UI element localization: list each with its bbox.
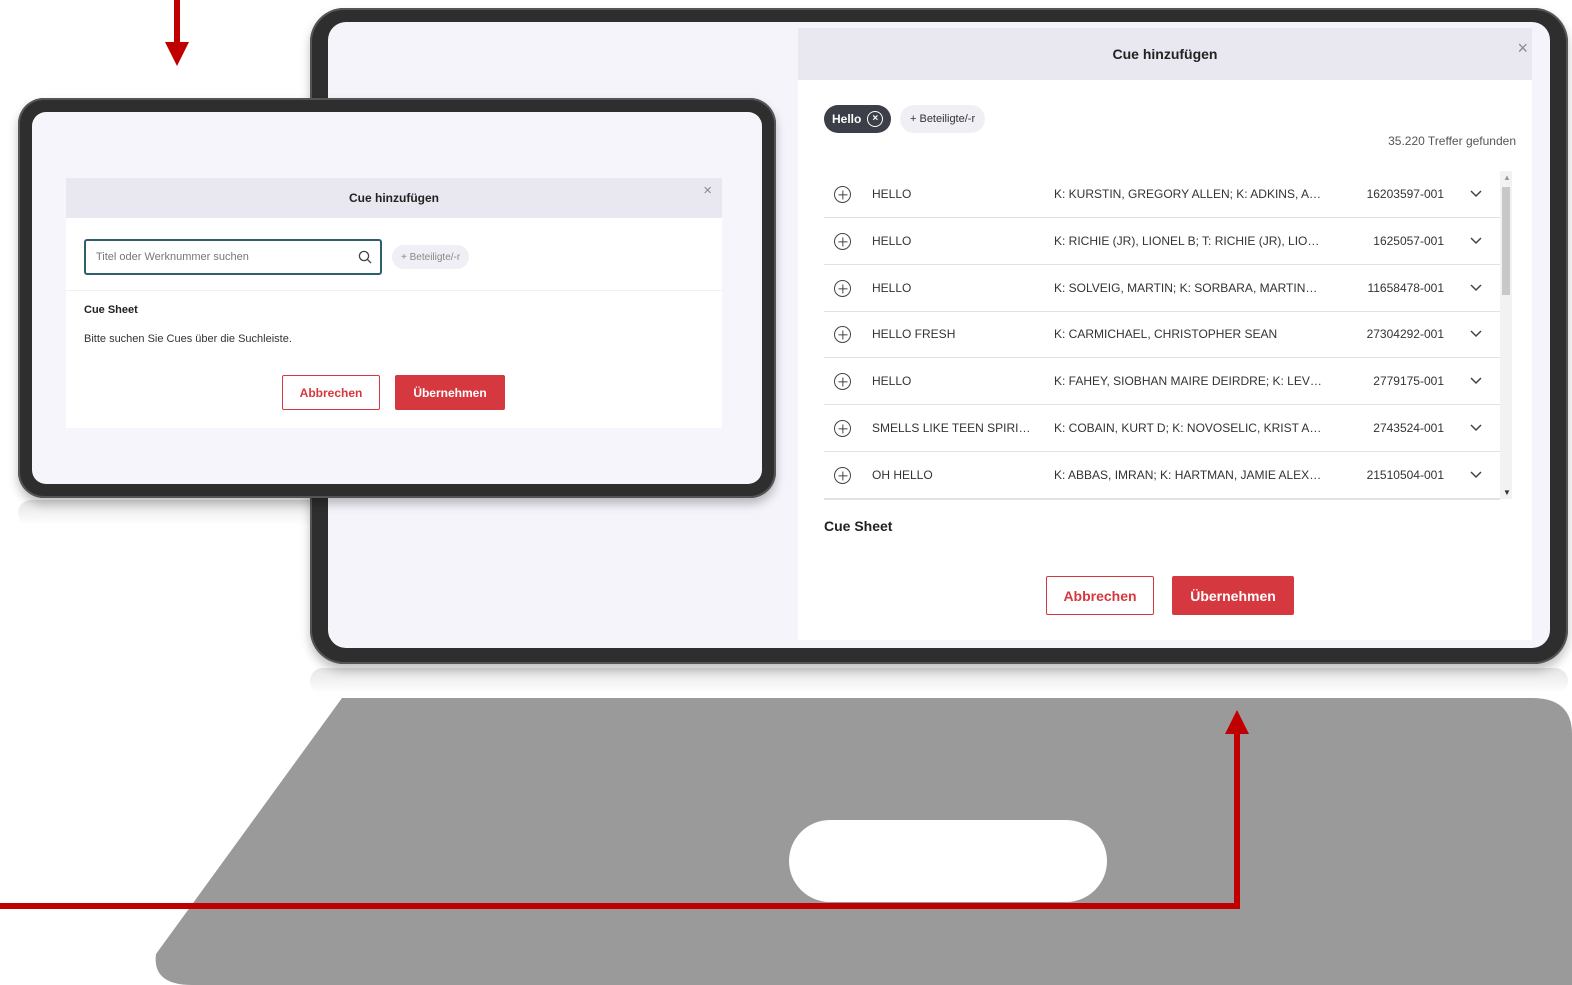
search-icon[interactable] <box>358 250 372 264</box>
row-title: HELLO <box>872 234 912 248</box>
row-participants: K: FAHEY, SIOBHAN MAIRE DEIRDRE; K: LEVY… <box>1054 374 1324 388</box>
table-row[interactable]: HELLO FRESH K: CARMICHAEL, CHRISTOPHER S… <box>824 311 1500 358</box>
arrow-down-icon <box>165 0 189 66</box>
chevron-down-icon[interactable] <box>1470 358 1490 404</box>
plus-circle-icon[interactable] <box>834 233 851 251</box>
plus-circle-icon[interactable] <box>834 280 851 298</box>
table-row[interactable]: SMELLS LIKE TEEN SPIRIT (U... K: COBAIN,… <box>824 405 1500 452</box>
cue-dialog-small: Cue hinzufügen × Titel oder Werknummer s… <box>66 178 722 428</box>
plus-circle-icon[interactable] <box>834 326 851 344</box>
row-number: 21510504-001 <box>1366 468 1444 482</box>
dialog-title: Cue hinzufügen <box>66 178 722 218</box>
filter-chip-hello[interactable]: Hello × <box>824 105 892 133</box>
divider <box>66 290 722 291</box>
plus-circle-icon[interactable] <box>834 186 851 204</box>
row-participants: K: CARMICHAEL, CHRISTOPHER SEAN <box>1054 327 1278 341</box>
row-participants: K: KURSTIN, GREGORY ALLEN; K: ADKINS, AD… <box>1054 187 1324 201</box>
search-input[interactable]: Titel oder Werknummer suchen <box>84 239 382 275</box>
tablet-small-screen: Cue hinzufügen × Titel oder Werknummer s… <box>32 112 762 484</box>
row-title: HELLO <box>872 374 912 388</box>
participants-chip[interactable]: + Beteiligte/-r <box>900 105 986 133</box>
row-participants: K: ABBAS, IMRAN; K: HARTMAN, JAMIE ALEXA… <box>1054 468 1324 482</box>
chevron-down-icon[interactable] <box>1470 405 1490 451</box>
scrollbar-thumb[interactable] <box>1502 187 1510 295</box>
results-scrollbar[interactable]: ▲ ▼ <box>1500 171 1512 499</box>
cue-dialog-large: Cue hinzufügen × Hello × + Beteiligte/-r… <box>798 28 1532 640</box>
row-number: 2779175-001 <box>1373 374 1444 388</box>
close-circle-icon[interactable]: × <box>867 111 884 127</box>
row-number: 16203597-001 <box>1366 187 1444 201</box>
cancel-button[interactable]: Abbrechen <box>1046 576 1154 615</box>
cancel-button[interactable]: Abbrechen <box>282 375 380 410</box>
table-row[interactable]: HELLO K: KURSTIN, GREGORY ALLEN; K: ADKI… <box>824 171 1500 218</box>
table-row[interactable]: HELLO K: RICHIE (JR), LIONEL B; T: RICHI… <box>824 218 1500 265</box>
chevron-down-icon[interactable] <box>1470 171 1490 217</box>
participants-chip[interactable]: + Beteiligte/-r <box>392 245 470 269</box>
filter-chip-label: Hello <box>832 112 862 126</box>
empty-hint: Bitte suchen Sie Cues über die Suchleist… <box>84 333 292 345</box>
plus-circle-icon[interactable] <box>834 373 851 391</box>
row-number: 27304292-001 <box>1366 327 1444 341</box>
search-placeholder: Titel oder Werknummer suchen <box>96 251 249 263</box>
close-icon[interactable]: × <box>1517 38 1528 59</box>
row-title: HELLO <box>872 187 912 201</box>
row-title: SMELLS LIKE TEEN SPIRIT (U... <box>872 421 1032 435</box>
section-title: Cue Sheet <box>84 304 138 316</box>
chevron-down-icon[interactable] <box>1470 452 1490 498</box>
tablet-small: Cue hinzufügen × Titel oder Werknummer s… <box>18 98 776 498</box>
screen-reflection <box>310 668 1568 694</box>
dialog-title: Cue hinzufügen <box>798 28 1532 80</box>
close-icon[interactable]: × <box>703 182 712 199</box>
row-title: HELLO <box>872 281 912 295</box>
table-row[interactable]: HELLO K: SOLVEIG, MARTIN; K: SORBARA, MA… <box>824 265 1500 312</box>
table-row[interactable]: OH HELLO K: ABBAS, IMRAN; K: HARTMAN, JA… <box>824 452 1500 499</box>
results-list: HELLO K: KURSTIN, GREGORY ALLEN; K: ADKI… <box>824 171 1500 500</box>
row-participants: K: SOLVEIG, MARTIN; K: SORBARA, MARTINA;… <box>1054 281 1324 295</box>
table-row[interactable]: HELLO K: FAHEY, SIOBHAN MAIRE DEIRDRE; K… <box>824 358 1500 405</box>
row-number: 11658478-001 <box>1367 281 1444 295</box>
row-title: HELLO FRESH <box>872 327 956 341</box>
apply-button[interactable]: Übernehmen <box>395 375 505 410</box>
section-title: Cue Sheet <box>824 518 893 534</box>
chevron-down-icon[interactable] <box>1470 218 1490 264</box>
row-participants: K: RICHIE (JR), LIONEL B; T: RICHIE (JR)… <box>1054 234 1324 248</box>
chevron-down-icon[interactable] <box>1470 311 1490 357</box>
apply-button[interactable]: Übernehmen <box>1172 576 1294 615</box>
row-title: OH HELLO <box>872 468 933 482</box>
row-number: 1625057-001 <box>1373 234 1444 248</box>
arrow-connector-icon <box>0 710 1249 909</box>
plus-circle-icon[interactable] <box>834 420 851 438</box>
result-count: 35.220 Treffer gefunden <box>1388 134 1516 148</box>
plus-circle-icon[interactable] <box>834 467 851 485</box>
row-participants: K: COBAIN, KURT D; K: NOVOSELIC, KRIST A… <box>1054 421 1324 435</box>
chevron-down-icon[interactable] <box>1470 265 1490 311</box>
row-number: 2743524-001 <box>1373 421 1444 435</box>
